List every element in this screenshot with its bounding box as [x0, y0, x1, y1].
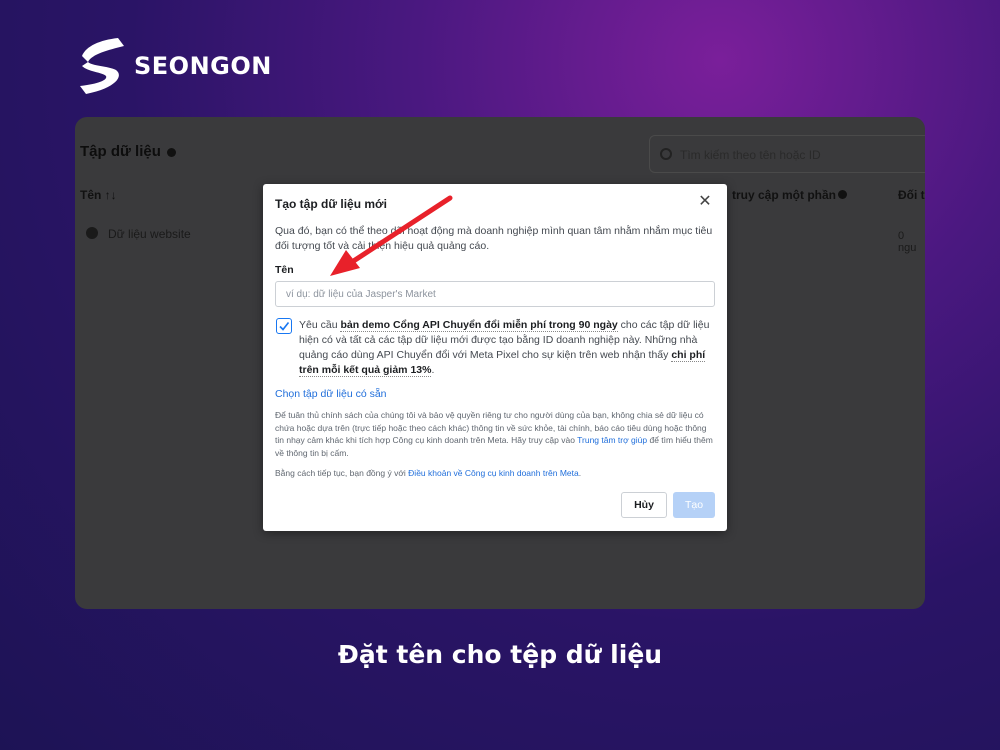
bg-search-input[interactable]: Tìm kiếm theo tên hoặc ID [649, 135, 925, 173]
bg-col-name[interactable]: Tên ↑↓ [80, 188, 117, 202]
info-icon [166, 147, 176, 157]
consent-checkbox[interactable] [276, 318, 292, 334]
user-icon [86, 227, 98, 239]
seongon-s-icon [80, 38, 124, 94]
create-dataset-dialog: Tạo tập dữ liệu mới ✕ Qua đó, bạn có thể… [263, 184, 727, 531]
consent-bold-demo: bản demo Cổng API Chuyển đổi miễn phí tr… [340, 319, 618, 332]
brand-logo: SEONGON [78, 36, 272, 96]
checkmark-icon [279, 322, 290, 331]
cancel-button[interactable]: Hủy [621, 492, 667, 518]
name-label: Tên [275, 264, 294, 276]
close-icon[interactable]: ✕ [697, 194, 713, 210]
bg-page-title: Tập dữ liệu [80, 143, 176, 160]
caption: Đặt tên cho tệp dữ liệu [337, 640, 663, 669]
bg-row-partner: 0 ngu [898, 230, 917, 254]
dataset-name-input[interactable] [275, 281, 715, 307]
info-icon [838, 190, 847, 199]
privacy-notice: Để tuân thủ chính sách của chúng tôi và … [275, 410, 713, 458]
dialog-description: Qua đó, bạn có thể theo dõi hoạt động mà… [275, 225, 713, 252]
bg-col-access: truy cập một phần [732, 188, 837, 202]
bg-row-name[interactable]: Dữ liệu website [108, 227, 191, 241]
help-center-link[interactable]: Trung tâm trợ giúp [577, 435, 647, 445]
create-button[interactable]: Tạo [673, 492, 715, 518]
choose-existing-link[interactable]: Chọn tập dữ liệu có sẵn [275, 388, 387, 400]
consent-text: Yêu cầu bản demo Cổng API Chuyển đổi miễ… [299, 319, 710, 377]
brand-name: SEONGON [134, 52, 272, 80]
terms-text: Bằng cách tiếp tục, bạn đồng ý với Điều … [275, 468, 582, 478]
dialog-title: Tạo tập dữ liệu mới [275, 197, 387, 211]
bg-col-partner: Đối t [898, 188, 925, 202]
terms-link[interactable]: Điều khoản về Công cụ kinh doanh trên Me… [408, 468, 579, 478]
